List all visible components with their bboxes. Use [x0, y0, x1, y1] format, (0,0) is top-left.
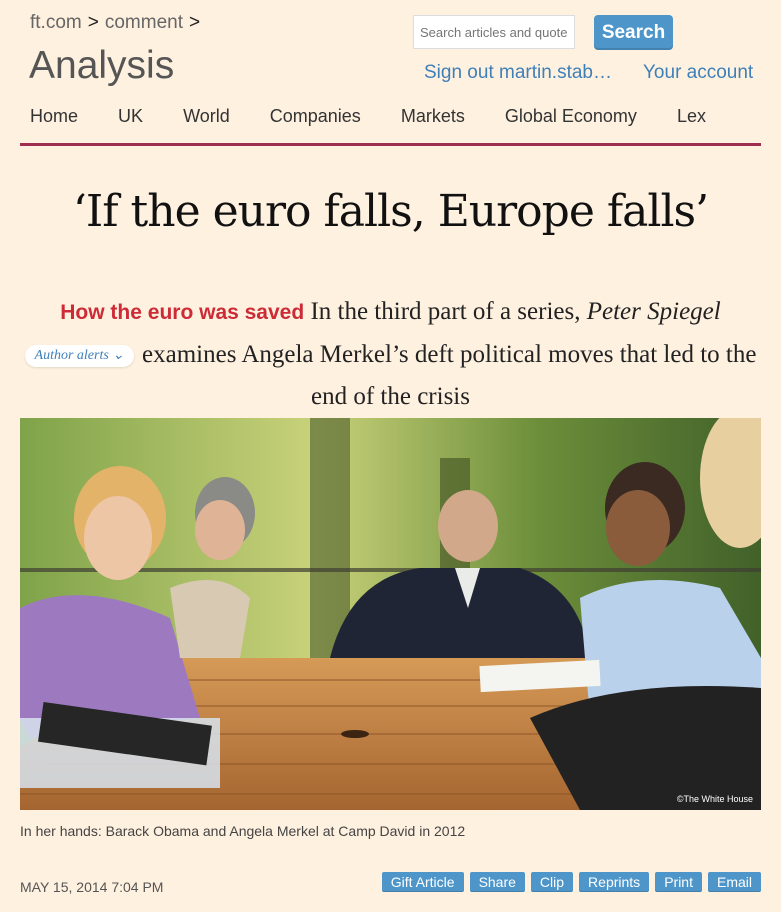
nav-item-uk[interactable]: UK [118, 106, 143, 126]
section-title[interactable]: Analysis [29, 44, 174, 88]
reprints-button[interactable]: Reprints [579, 872, 650, 892]
photo-credit: ©The White House [676, 794, 753, 804]
breadcrumb-separator: > [87, 12, 99, 33]
nav-divider [20, 143, 761, 146]
nav-item-world[interactable]: World [183, 106, 230, 126]
breadcrumb: ft.com > comment > [30, 12, 206, 34]
nav-item-global-economy[interactable]: Global Economy [505, 106, 637, 126]
standfirst-intro: In the third part of a series, [310, 298, 581, 325]
standfirst-rest: examines Angela Merkel’s deft political … [142, 341, 757, 410]
photo-caption: In her hands: Barack Obama and Angela Me… [20, 823, 466, 839]
nav-item-home[interactable]: Home [30, 106, 78, 126]
share-button[interactable]: Share [469, 872, 525, 892]
article-date: MAY 15, 2014 7:04 PM [20, 879, 164, 895]
email-button[interactable]: Email [707, 872, 761, 892]
breadcrumb-home-link[interactable]: ft.com [30, 12, 82, 33]
chevron-down-icon: ⌄ [112, 348, 125, 364]
search-button[interactable]: Search [594, 15, 673, 50]
account-links: Sign out martin.stab… Your account [424, 62, 753, 84]
author-link[interactable]: Peter Spiegel [587, 298, 721, 325]
breadcrumb-comment-link[interactable]: comment [105, 12, 183, 33]
author-alerts-label: Author alerts [34, 348, 109, 364]
article-headline: ‘If the euro falls, Europe falls’ [72, 186, 709, 237]
author-alerts-button[interactable]: Author alerts ⌄ [24, 345, 135, 368]
nav-item-lex[interactable]: Lex [677, 106, 706, 126]
article-standfirst: How the euro was saved In the third part… [22, 291, 759, 418]
nav-item-markets[interactable]: Markets [401, 106, 465, 126]
article-photo: ©The White House [20, 418, 761, 810]
your-account-link[interactable]: Your account [643, 62, 753, 84]
main-nav: Home UK World Companies Markets Global E… [30, 106, 741, 127]
search-input[interactable] [413, 15, 575, 49]
article-tools: Gift Article Share Clip Reprints Print E… [381, 872, 761, 892]
series-label[interactable]: How the euro was saved [60, 301, 304, 324]
gift-article-button[interactable]: Gift Article [381, 872, 464, 892]
print-button[interactable]: Print [655, 872, 702, 892]
breadcrumb-separator: > [188, 12, 201, 33]
nav-item-companies[interactable]: Companies [270, 106, 361, 126]
clip-button[interactable]: Clip [530, 872, 574, 892]
sign-out-link[interactable]: Sign out martin.stab… [424, 62, 624, 84]
